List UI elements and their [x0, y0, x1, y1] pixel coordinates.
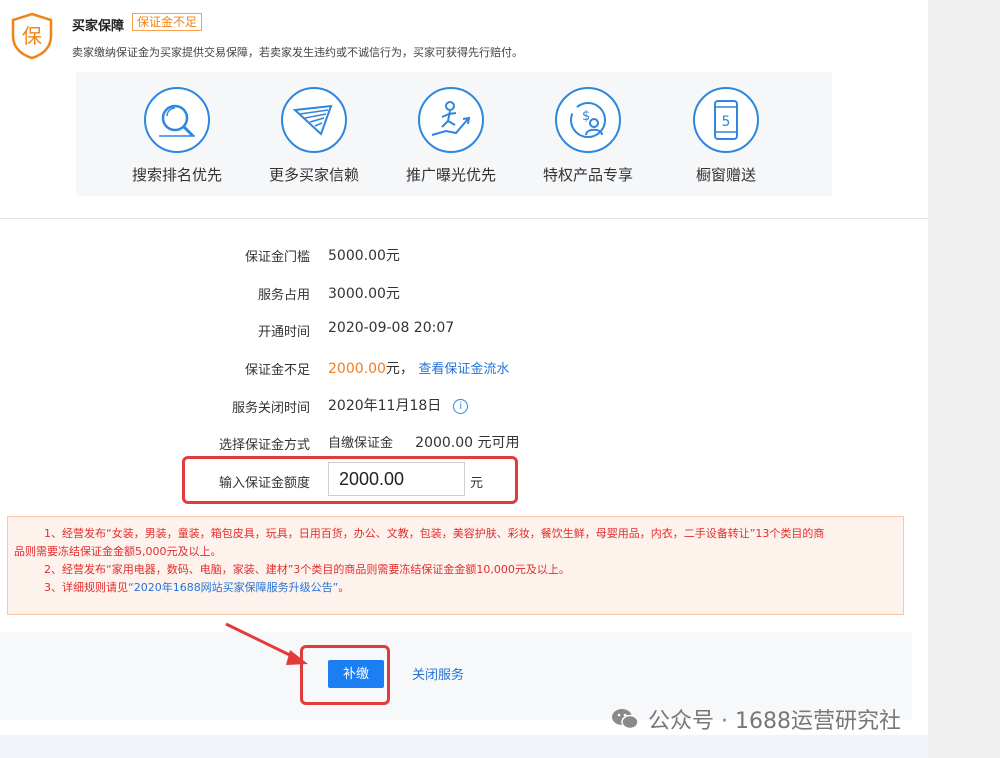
info-icon[interactable]: i [453, 398, 469, 414]
insufficient-amount: 2000.00 [328, 361, 386, 377]
open-time-label: 开通时间 [257, 325, 310, 340]
insufficient-label: 保证金不足 [244, 363, 310, 378]
benefit-label: 更多买家信赖 [268, 166, 359, 184]
watermark: 公众号 · 1688运营研究社 [610, 704, 901, 734]
service-used-label: 服务占用 [257, 288, 310, 303]
benefit-label: 特权产品专享 [542, 166, 633, 184]
status-badge: 保证金不足 [132, 13, 203, 31]
trust-wings-icon [292, 104, 333, 136]
running-growth-icon [431, 101, 471, 136]
method-available: 2000.00 元可用 [415, 435, 520, 451]
search-magnifier-icon [159, 104, 195, 138]
notice-line-3: 3、详细规则请见“2020年1688网站买家保障服务升级公告”。 [44, 579, 903, 597]
benefits-panel: 搜索排名优先 更多买家信赖 推广曝光优先 $ 特权产品专享 5 橱窗赠送 [76, 72, 832, 196]
benefit-label: 搜索排名优先 [131, 166, 222, 184]
close-time-label: 服务关闭时间 [231, 401, 310, 416]
method-option[interactable]: 自缴保证金 [328, 436, 393, 451]
section-title: 买家保障 [72, 19, 125, 34]
threshold-label: 保证金门槛 [244, 250, 310, 265]
benefit-showcase: 5 橱窗赠送 [666, 87, 786, 185]
announcement-link[interactable]: “2020年1688网站买家保障服务升级公告” [128, 581, 338, 594]
rules-notice: 1、经营发布“女装，男装，童装，箱包皮具，玩具，日用百货，办公、文教，包装，美容… [7, 516, 904, 615]
benefit-label: 橱窗赠送 [695, 166, 756, 184]
open-time-value: 2020-09-08 20:07 [328, 320, 455, 336]
view-deposit-flow-link[interactable]: 查看保证金流水 [418, 362, 509, 377]
service-used-value: 3000.00元 [328, 286, 400, 302]
notice-line-3-suffix: 。 [338, 581, 350, 594]
close-service-link[interactable]: 关闭服务 [412, 664, 464, 683]
notice-line-2: 2、经营发布“家用电器，数码、电脑，家装、建材”3个类目的商品则需要冻结保证金金… [44, 563, 570, 576]
benefit-label: 推广曝光优先 [405, 166, 496, 184]
watermark-text: 公众号 · 1688运营研究社 [648, 709, 901, 734]
section-description: 卖家缴纳保证金为买家提供交易保障，若卖家发生违约或不诚信行为，买家可获得先行赔付… [72, 46, 523, 59]
method-value: 自缴保证金 2000.00 元可用 [328, 432, 520, 452]
notice-line-1b: 品则需要冻结保证金金额5,000元及以上。 [14, 545, 222, 558]
phone-showcase-icon: 5 [714, 100, 738, 140]
shield-char: 保 [22, 24, 42, 48]
right-gutter [928, 0, 1000, 758]
shield-icon: 保 [11, 12, 53, 60]
highlight-frame-button [300, 645, 390, 705]
benefit-exclusive-product: $ 特权产品专享 [528, 87, 648, 185]
benefit-promotion: 推广曝光优先 [391, 87, 511, 185]
notice-line-1: 1、经营发布“女装，男装，童装，箱包皮具，玩具，日用百货，办公、文教，包装，美容… [44, 527, 825, 540]
bottom-strip [0, 735, 928, 758]
exclusive-product-icon: $ [570, 102, 606, 138]
svg-text:$: $ [582, 109, 590, 124]
method-label: 选择保证金方式 [218, 438, 310, 453]
showcase-count: 5 [722, 114, 731, 130]
notice-line-3-prefix: 3、详细规则请见 [44, 581, 128, 594]
threshold-value: 5000.00元 [328, 248, 400, 264]
insufficient-unit: 元， [385, 361, 414, 377]
wechat-icon [612, 709, 639, 730]
benefit-buyer-trust: 更多买家信赖 [254, 87, 374, 185]
close-time-value: 2020年11月18日 i [328, 395, 469, 415]
divider [0, 218, 928, 219]
highlight-frame-input [182, 456, 518, 504]
insufficient-value: 2000.00元， 查看保证金流水 [328, 358, 509, 378]
close-time-text: 2020年11月18日 [328, 398, 442, 414]
benefit-search-ranking: 搜索排名优先 [117, 87, 237, 185]
